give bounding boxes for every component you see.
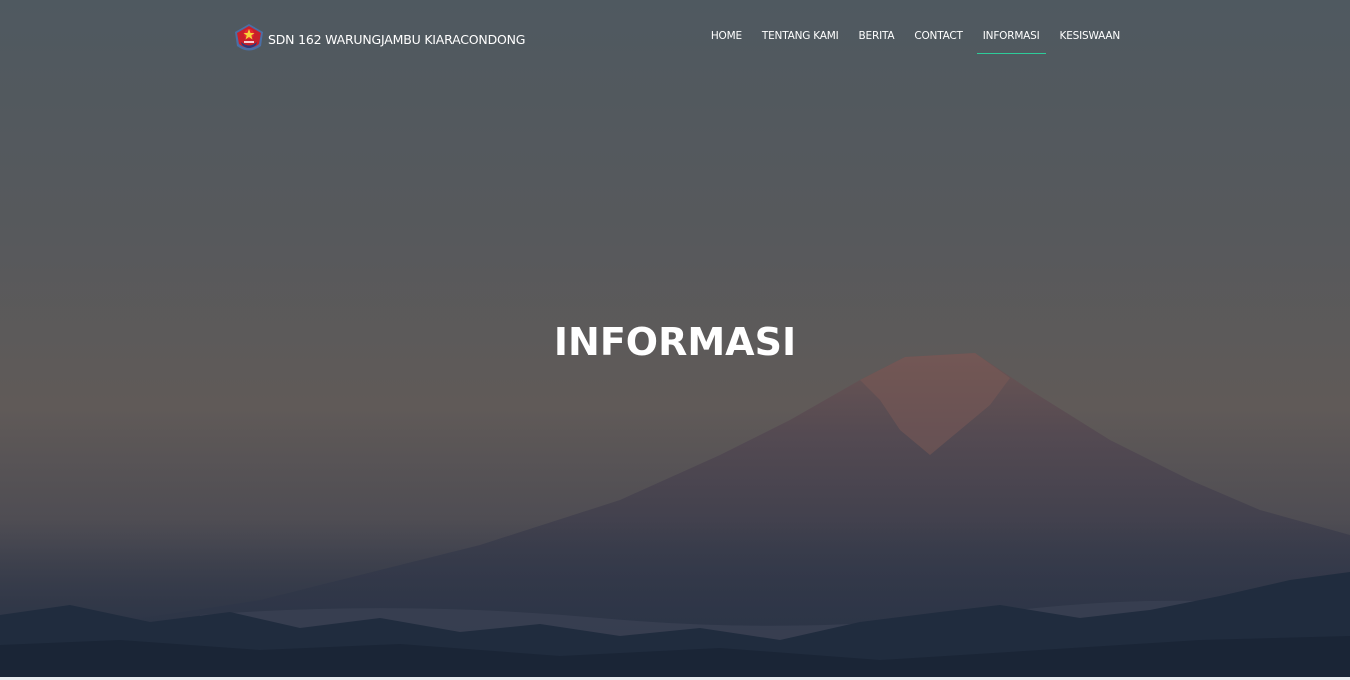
nav-menu: HOME TENTANG KAMI BERITA CONTACT INFORMA…	[691, 24, 1120, 54]
nav-link-home[interactable]: HOME	[711, 24, 742, 53]
school-emblem-icon	[235, 24, 263, 51]
nav-item-home: HOME	[711, 24, 742, 54]
navbar: SDN 162 WARUNGJAMBU KIARACONDONG HOME TE…	[0, 0, 1350, 76]
nav-link-contact[interactable]: CONTACT	[914, 24, 963, 53]
page: SDN 162 WARUNGJAMBU KIARACONDONG HOME TE…	[0, 0, 1350, 680]
nav-link-kesiswaan[interactable]: KESISWAAN	[1060, 24, 1121, 53]
brand-name: SDN 162 WARUNGJAMBU KIARACONDONG	[268, 31, 526, 47]
nav-item-berita: BERITA	[859, 24, 895, 54]
nav-item-kesiswaan: KESISWAAN	[1060, 24, 1121, 54]
nav-link-berita[interactable]: BERITA	[859, 24, 895, 53]
nav-item-tentang-kami: TENTANG KAMI	[762, 24, 839, 54]
nav-item-informasi: INFORMASI	[976, 24, 1046, 54]
nav-item-contact: CONTACT	[914, 24, 963, 54]
hero-title: INFORMASI	[553, 320, 797, 364]
nav-link-informasi[interactable]: INFORMASI	[976, 24, 1046, 54]
nav-link-tentang-kami[interactable]: TENTANG KAMI	[762, 24, 839, 53]
brand-home-link[interactable]: SDN 162 WARUNGJAMBU KIARACONDONG	[232, 22, 525, 56]
